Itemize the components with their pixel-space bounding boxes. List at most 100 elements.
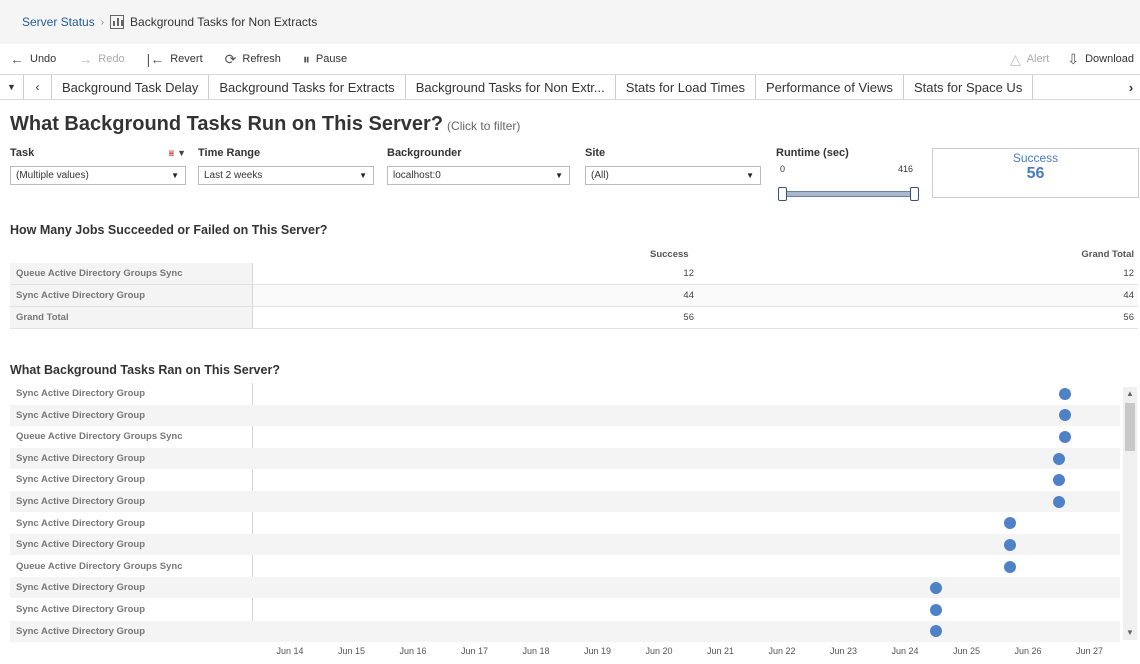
column-header-success: Success: [650, 249, 689, 260]
tab-list-dropdown-icon[interactable]: ▼: [0, 75, 24, 99]
view-icon: [110, 15, 125, 29]
data-point[interactable]: [1052, 474, 1065, 487]
x-axis: Jun 14 Jun 15 Jun 16 Jun 17 Jun 18 Jun 19 Jun …: [252, 646, 1122, 660]
row-task-label: Queue Active Directory Groups Sync: [16, 431, 183, 443]
backgrounder-filter: Backgrounder localhost:0 ▼: [387, 147, 570, 185]
redo-button[interactable]: → Redo: [78, 51, 124, 67]
download-button[interactable]: ⇩ Download: [1067, 51, 1134, 68]
row-total-value: 44: [1123, 290, 1134, 301]
data-point[interactable]: [1003, 560, 1016, 573]
site-label: Site: [585, 147, 606, 159]
row-total-value: 56: [1123, 312, 1134, 323]
runtime-slider-track[interactable]: [782, 191, 914, 197]
table-row[interactable]: Sync Active Directory Group 44 44: [10, 285, 1138, 307]
x-tick-label: Jun 22: [768, 646, 796, 656]
runtime-min-handle[interactable]: [778, 187, 787, 201]
x-tick-label: Jun 15: [337, 646, 366, 656]
data-point[interactable]: [1058, 387, 1071, 400]
breadcrumb-separator-icon: ›: [100, 16, 105, 28]
scrollbar-thumb[interactable]: [1125, 403, 1135, 451]
undo-button[interactable]: ← Undo: [10, 51, 56, 67]
tab-stats-for-space-usage[interactable]: Stats for Space Us: [904, 75, 1034, 99]
summary-table: Success Grand Total Queue Active Directo…: [10, 245, 1138, 329]
x-tick-label: Jun 16: [399, 646, 427, 656]
runtime-filter: Runtime (sec) 0 416: [776, 147, 926, 201]
row-task-label: Queue Active Directory Groups Sync: [16, 560, 183, 572]
data-point[interactable]: [929, 582, 942, 595]
data-point[interactable]: [1003, 539, 1016, 551]
chart-row: [10, 469, 1120, 490]
scroll-down-icon[interactable]: ▼: [1123, 626, 1137, 640]
chart-row: [10, 447, 1120, 469]
tab-background-tasks-for-non-extracts[interactable]: Background Tasks for Non Extr...: [405, 75, 616, 99]
alert-button[interactable]: △ Alert: [1010, 51, 1049, 68]
pause-button[interactable]: ⏸ Pause: [303, 51, 347, 68]
chevron-down-icon: ▼: [171, 171, 179, 180]
breadcrumb-parent-link[interactable]: Server Status: [22, 15, 95, 29]
chart-scrollbar[interactable]: ▲ ▼: [1123, 387, 1137, 640]
chart-row: [10, 620, 1120, 642]
table-row[interactable]: Queue Active Directory Groups Sync 12 12: [10, 263, 1138, 285]
tab-prev-icon[interactable]: ‹: [24, 75, 52, 99]
row-task-label: Sync Active Directory Group: [16, 474, 145, 486]
refresh-button[interactable]: ⟳ Refresh: [225, 51, 281, 68]
chevron-down-icon: ▼: [359, 171, 367, 180]
row-task-label: Sync Active Directory Group: [16, 539, 145, 551]
row-task-label: Sync Active Directory Group: [16, 496, 145, 507]
time-range-select[interactable]: Last 2 weeks ▼: [198, 166, 374, 185]
success-kpi-label: Success: [1012, 151, 1059, 165]
runtime-label: Runtime (sec): [776, 147, 849, 159]
row-success-value: 12: [683, 268, 694, 279]
row-label: Grand Total: [10, 307, 253, 328]
row-task-label: Sync Active Directory Group: [16, 388, 145, 399]
summary-title: How Many Jobs Succeeded or Failed on Thi…: [10, 223, 328, 237]
runtime-min-value: 0: [780, 164, 786, 174]
task-select[interactable]: (Multiple values) ▼: [10, 166, 186, 185]
filter-options-icon[interactable]: ⩸ ▼: [169, 148, 186, 159]
scroll-up-icon[interactable]: ▲: [1123, 387, 1137, 401]
task-timeline-chart: Sync Active Directory Group Sync Active D…: [10, 383, 1138, 642]
data-point[interactable]: [1058, 431, 1071, 443]
tab-background-task-delay[interactable]: Background Task Delay: [52, 75, 210, 99]
x-tick-label: Jun 26: [1014, 646, 1042, 656]
summary-header: Success Grand Total: [10, 245, 1138, 263]
chart-row: [10, 577, 1120, 599]
task-filter-label: Task: [10, 147, 35, 159]
chevron-down-icon: ▼: [746, 171, 754, 180]
view-tabs: ▼ ‹ Background Task Delay Background Tas…: [0, 74, 1140, 100]
data-point[interactable]: [1052, 452, 1065, 465]
success-kpi-value: 56: [1026, 165, 1045, 182]
page-title: What Background Tasks Run on This Server…: [10, 113, 521, 135]
x-tick-label: Jun 14: [276, 646, 304, 656]
redo-icon: →: [78, 51, 93, 67]
backgrounder-select[interactable]: localhost:0 ▼: [387, 166, 570, 185]
row-label: Queue Active Directory Groups Sync: [10, 263, 253, 284]
tab-background-tasks-for-extracts[interactable]: Background Tasks for Extracts: [209, 75, 406, 99]
time-range-label: Time Range: [198, 147, 261, 159]
x-tick-label: Jun 23: [829, 646, 858, 656]
row-task-label: Sync Active Directory Group: [16, 604, 145, 615]
chart-row: [10, 491, 1120, 512]
tab-performance-of-views[interactable]: Performance of Views: [756, 75, 904, 99]
chart-title: What Background Tasks Ran on This Server…: [10, 363, 280, 377]
pause-icon: ⏸: [302, 50, 310, 67]
tab-stats-for-load-times[interactable]: Stats for Load Times: [616, 75, 756, 99]
revert-button[interactable]: |← Revert: [147, 51, 203, 67]
runtime-max-handle[interactable]: [910, 187, 919, 201]
row-success-value: 44: [683, 290, 694, 301]
task-filter: Task ⩸ ▼ (Multiple values) ▼: [10, 147, 186, 185]
data-point[interactable]: [1003, 517, 1016, 530]
row-task-label: Sync Active Directory Group: [16, 517, 145, 529]
data-point[interactable]: [929, 603, 942, 616]
row-total-value: 12: [1123, 268, 1134, 279]
breadcrumb: Server Status › Background Tasks for Non…: [0, 0, 1140, 44]
row-task-label: Sync Active Directory Group: [16, 452, 145, 464]
x-tick-label: Jun 19: [583, 646, 612, 656]
site-select[interactable]: (All) ▼: [585, 166, 761, 185]
success-kpi[interactable]: Success 56: [932, 148, 1139, 198]
tab-next-icon[interactable]: ›: [1122, 75, 1140, 99]
x-tick-label: Jun 25: [952, 646, 981, 656]
column-header-grand-total: Grand Total: [1081, 249, 1134, 260]
data-point[interactable]: [1052, 495, 1065, 508]
table-row[interactable]: Grand Total 56 56: [10, 307, 1138, 329]
